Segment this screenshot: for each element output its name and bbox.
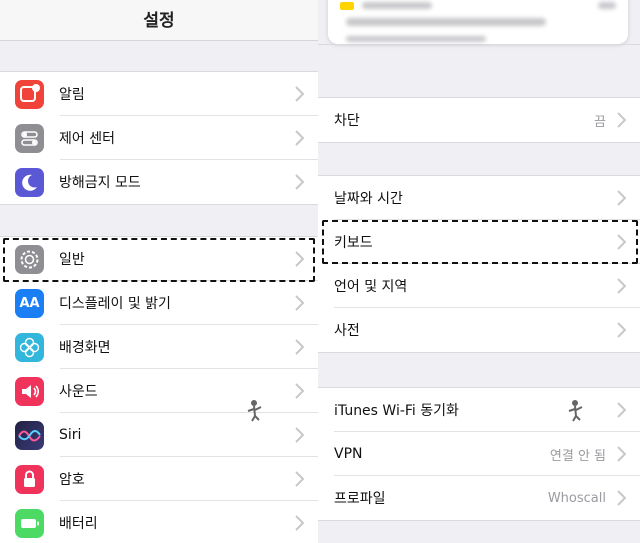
notifications-icon — [15, 80, 44, 109]
speaker-icon — [15, 377, 44, 406]
chevron-right-icon — [295, 130, 304, 146]
row-label: 사운드 — [59, 384, 98, 400]
divider — [318, 44, 640, 45]
chevron-right-icon — [617, 190, 626, 206]
chevron-right-icon — [295, 174, 304, 190]
tap-gesture-icon — [566, 398, 590, 426]
highlight-keyboard — [322, 220, 638, 264]
row-label: VPN — [334, 446, 363, 462]
blurred-text — [598, 2, 616, 9]
row-label: 알림 — [59, 87, 85, 103]
row-label: 날짜와 시간 — [334, 191, 403, 207]
chevron-right-icon — [295, 295, 304, 311]
wallpaper-icon — [15, 333, 44, 362]
row-label: 언어 및 지역 — [334, 279, 408, 295]
settings-group-block: 차단 끔 — [318, 97, 640, 143]
row-label: 프로파일 — [334, 491, 386, 507]
row-date-time[interactable]: 날짜와 시간 — [318, 176, 640, 220]
row-wallpaper[interactable]: 배경화면 — [0, 325, 318, 369]
battery-icon — [15, 509, 44, 538]
control-center-icon — [15, 124, 44, 153]
row-label: 사전 — [334, 323, 360, 339]
row-label: Siri — [59, 427, 82, 443]
row-label: 배경화면 — [59, 340, 111, 356]
highlight-general — [3, 238, 315, 282]
lock-icon — [15, 465, 44, 494]
row-passcode[interactable]: 암호 — [0, 457, 318, 501]
row-notifications[interactable]: 알림 — [0, 72, 318, 116]
chevron-right-icon — [295, 471, 304, 487]
row-value: Whoscall — [547, 490, 606, 506]
row-label: 차단 — [334, 113, 360, 129]
chevron-right-icon — [295, 427, 304, 443]
chevron-right-icon — [617, 446, 626, 462]
row-display-brightness[interactable]: AA 디스플레이 및 밝기 — [0, 281, 318, 325]
row-label: iTunes Wi-Fi 동기화 — [334, 403, 459, 419]
row-control-center[interactable]: 제어 센터 — [0, 116, 318, 160]
moon-icon — [15, 168, 44, 197]
siri-icon — [15, 421, 44, 450]
page-title: 설정 — [143, 10, 175, 31]
icon-glyph: AA — [19, 296, 40, 311]
row-siri[interactable]: Siri — [0, 413, 318, 457]
tap-gesture-icon — [245, 398, 269, 426]
chevron-right-icon — [295, 86, 304, 102]
settings-group-notifications: 알림 제어 센터 방해금지 모드 — [0, 71, 318, 205]
row-value: 끔 — [594, 114, 606, 130]
settings-group-locale: 날짜와 시간 키보드 언어 및 지역 사전 — [318, 175, 640, 353]
chevron-right-icon — [617, 322, 626, 338]
row-sounds[interactable]: 사운드 — [0, 369, 318, 413]
app-icon — [340, 2, 354, 10]
settings-general-panel: 차단 끔 날짜와 시간 키보드 언어 및 지역 사전 iTunes Wi-Fi … — [318, 0, 640, 543]
blurred-text — [362, 2, 432, 9]
row-label: 디스플레이 및 밝기 — [59, 296, 171, 312]
chevron-right-icon — [617, 112, 626, 128]
row-battery[interactable]: 배터리 — [0, 501, 318, 543]
row-block[interactable]: 차단 끔 — [318, 98, 640, 142]
row-vpn[interactable]: VPN 연결 안 됨 — [318, 432, 640, 476]
display-brightness-icon: AA — [15, 289, 44, 318]
navigation-bar: 설정 — [0, 0, 318, 41]
chevron-right-icon — [617, 490, 626, 506]
blurred-text — [346, 18, 546, 26]
chevron-right-icon — [295, 339, 304, 355]
row-value: 연결 안 됨 — [549, 448, 606, 464]
chevron-right-icon — [617, 402, 626, 418]
chevron-right-icon — [295, 515, 304, 531]
row-profile[interactable]: 프로파일 Whoscall — [318, 476, 640, 520]
row-language-region[interactable]: 언어 및 지역 — [318, 264, 640, 308]
row-label: 방해금지 모드 — [59, 175, 141, 191]
row-label: 배터리 — [59, 516, 98, 532]
settings-group-network: iTunes Wi-Fi 동기화 VPN 연결 안 됨 프로파일 Whoscal… — [318, 387, 640, 521]
settings-main-panel: 설정 알림 제어 센터 방해금지 모드 일반 AA 디스플레이 및 밝기 배경화… — [0, 0, 318, 543]
chevron-right-icon — [617, 278, 626, 294]
row-do-not-disturb[interactable]: 방해금지 모드 — [0, 160, 318, 204]
row-itunes-wifi-sync[interactable]: iTunes Wi-Fi 동기화 — [318, 388, 640, 432]
settings-group-general: 일반 AA 디스플레이 및 밝기 배경화면 사운드 Siri 암호 배터리 — [0, 236, 318, 543]
blurred-text — [346, 36, 486, 42]
row-dictionary[interactable]: 사전 — [318, 308, 640, 352]
row-label: 제어 센터 — [59, 131, 115, 147]
row-label: 암호 — [59, 472, 85, 488]
chevron-right-icon — [295, 383, 304, 399]
